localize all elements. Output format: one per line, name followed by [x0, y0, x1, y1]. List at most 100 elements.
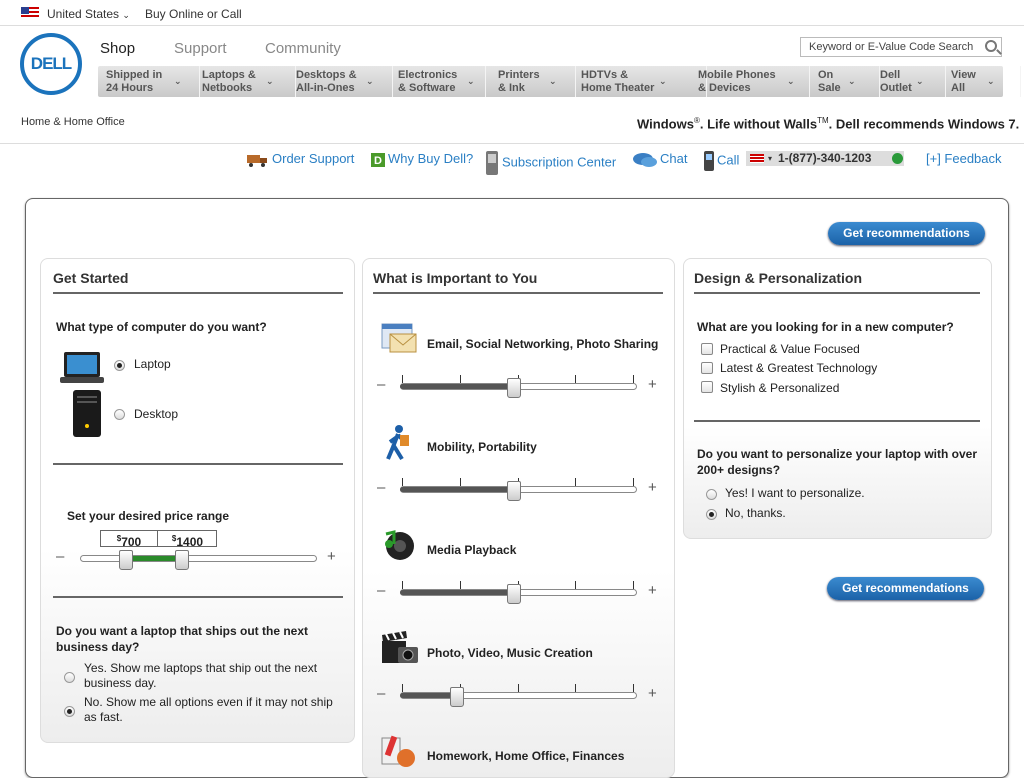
- nav-category-label: & Ink: [498, 82, 525, 94]
- checkbox-latest[interactable]: [701, 362, 713, 374]
- chevron-down-icon: ⌄: [987, 76, 995, 86]
- slider-handle[interactable]: [507, 481, 521, 501]
- nav-category-4[interactable]: Printers & Ink ⌄: [498, 66, 576, 97]
- slider-tick: [402, 684, 403, 692]
- checkbox-practical-label: Practical & Value Focused: [720, 342, 860, 356]
- dell-logo[interactable]: DELL: [20, 33, 82, 95]
- price-min-handle[interactable]: [119, 550, 133, 570]
- price-range-display: $700 $1400: [100, 530, 217, 549]
- radio-personalize-yes[interactable]: [706, 489, 717, 500]
- slider-tick: [402, 478, 403, 486]
- option-desktop-label: Desktop: [134, 407, 179, 421]
- nav-category-label: Netbooks: [202, 82, 253, 94]
- nav-category-7[interactable]: On Sale ⌄: [818, 66, 880, 97]
- subscription-center-link[interactable]: Subscription Center: [485, 151, 616, 175]
- nav-category-label: Shipped in: [106, 69, 163, 81]
- importance-slider[interactable]: [400, 684, 637, 707]
- radio-personalize-no[interactable]: [706, 509, 717, 520]
- chevron-down-icon: ⌄: [549, 76, 557, 86]
- chevron-down-icon: ⌄: [122, 10, 130, 20]
- us-flag-icon: [21, 7, 39, 19]
- phone-green-icon: [892, 153, 903, 164]
- checkbox-stylish-label: Stylish & Personalized: [720, 381, 840, 395]
- slider-tick: [575, 581, 576, 589]
- chevron-down-icon: ⌄: [659, 76, 667, 86]
- buy-online-link[interactable]: Buy Online or Call: [145, 7, 242, 21]
- importance-increase-button[interactable]: +: [648, 582, 657, 599]
- chevron-down-icon: ⌄: [174, 76, 182, 86]
- order-support-link[interactable]: Order Support: [247, 151, 354, 167]
- slider-handle[interactable]: [507, 378, 521, 398]
- radio-desktop[interactable]: [114, 409, 125, 420]
- importance-decrease-button[interactable]: –: [377, 376, 385, 393]
- slider-tick: [460, 478, 461, 486]
- panel-title-importance: What is Important to You: [373, 270, 538, 286]
- importance-increase-button[interactable]: +: [648, 479, 657, 496]
- panel-title-design: Design & Personalization: [694, 270, 863, 286]
- checkbox-stylish[interactable]: [701, 381, 713, 393]
- slider-tick: [518, 684, 519, 692]
- price-range-slider[interactable]: [80, 550, 317, 570]
- importance-slider[interactable]: [400, 375, 637, 398]
- nav-category-label: 24 Hours: [106, 82, 154, 94]
- feedback-link[interactable]: [+] Feedback: [926, 151, 1002, 166]
- nav-category-1[interactable]: Laptops & Netbooks ⌄: [202, 66, 296, 97]
- email-icon: [381, 323, 417, 353]
- tab-shop[interactable]: Shop: [100, 40, 135, 57]
- price-range-fill: [127, 556, 181, 561]
- nav-category-label: Home Theater: [581, 82, 655, 94]
- importance-increase-button[interactable]: +: [648, 685, 657, 702]
- nav-category-9[interactable]: View All ⌄: [951, 66, 1021, 97]
- radio-ship-no[interactable]: [64, 706, 75, 717]
- top-bar: United States ⌄ Buy Online or Call: [0, 0, 1024, 26]
- chevron-down-icon: ⌄: [366, 76, 374, 86]
- nav-category-5[interactable]: HDTVs & Home Theater ⌄: [581, 66, 707, 97]
- media-player-icon: [385, 530, 414, 560]
- slider-fill: [400, 590, 514, 595]
- why-buy-dell-link[interactable]: D Why Buy Dell?: [371, 151, 473, 167]
- search-icon[interactable]: [985, 40, 997, 52]
- windows-promo: Windows®. Life without WallsTM. Dell rec…: [637, 116, 1020, 132]
- get-recommendations-button-bottom[interactable]: Get recommendations: [827, 577, 984, 600]
- price-decrease-button[interactable]: –: [56, 548, 64, 565]
- nav-category-6[interactable]: Mobile Phones & Devices ⌄: [698, 66, 810, 97]
- slider-tick: [633, 478, 634, 486]
- option-personalize-yes-label: Yes! I want to personalize.: [725, 486, 865, 500]
- importance-slider[interactable]: [400, 478, 637, 501]
- nav-category-label: HDTVs &: [581, 69, 629, 81]
- checkbox-latest-label: Latest & Greatest Technology: [720, 361, 878, 375]
- search-input[interactable]: Keyword or E-Value Code Search: [800, 37, 1002, 57]
- importance-increase-button[interactable]: +: [648, 376, 657, 393]
- checkbox-practical[interactable]: [701, 343, 713, 355]
- chat-link[interactable]: Chat: [633, 151, 687, 168]
- nav-category-3[interactable]: Electronics & Software ⌄: [398, 66, 486, 97]
- radio-laptop[interactable]: [114, 360, 125, 371]
- divider: [53, 292, 343, 294]
- slider-handle[interactable]: [507, 584, 521, 604]
- tab-community[interactable]: Community: [265, 40, 341, 57]
- chevron-down-icon: ⌄: [848, 76, 856, 86]
- chevron-down-icon: ⌄: [787, 76, 795, 86]
- nav-category-8[interactable]: Dell Outlet ⌄: [880, 66, 946, 97]
- question-computer-type: What type of computer do you want?: [56, 320, 267, 334]
- price-increase-button[interactable]: +: [327, 548, 336, 565]
- office-tools-icon: [381, 735, 415, 767]
- price-max-handle[interactable]: [175, 550, 189, 570]
- importance-decrease-button[interactable]: –: [377, 479, 385, 496]
- chevron-down-icon: ▾: [768, 154, 773, 163]
- importance-decrease-button[interactable]: –: [377, 582, 385, 599]
- nav-category-2[interactable]: Desktops & All-in-Ones ⌄: [296, 66, 393, 97]
- dell-d-icon: D: [371, 152, 385, 167]
- get-recommendations-button-top[interactable]: Get recommendations: [828, 222, 985, 245]
- slider-tick: [402, 375, 403, 383]
- call-link[interactable]: Call: [704, 151, 739, 171]
- importance-decrease-button[interactable]: –: [377, 685, 385, 702]
- option-laptop-label: Laptop: [134, 357, 171, 371]
- radio-ship-yes[interactable]: [64, 672, 75, 683]
- slider-handle[interactable]: [450, 687, 464, 707]
- tab-support[interactable]: Support: [174, 40, 227, 57]
- country-selector[interactable]: United States ⌄: [47, 7, 130, 21]
- importance-slider[interactable]: [400, 581, 637, 604]
- nav-category-0[interactable]: Shipped in 24 Hours ⌄: [106, 66, 200, 97]
- svg-text:D: D: [374, 155, 382, 167]
